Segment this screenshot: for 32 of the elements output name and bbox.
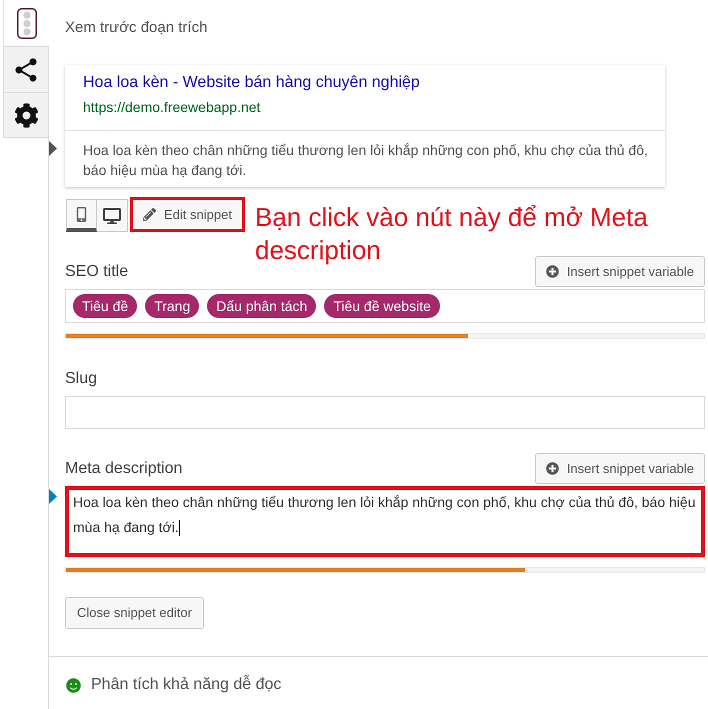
preview-title: Hoa loa kèn - Website bán hàng chuyên nghiệp (83, 73, 421, 93)
readability-heading[interactable]: Phân tích khả năng dễ đọc (91, 675, 282, 695)
tag-input-field[interactable]: Tiêu đề Trang Dấu phân tách Tiêu đề website (65, 289, 705, 323)
traffic-light-icon (16, 8, 36, 38)
preview-description: Hoa loa kèn theo chân những tiểu thương len lỏi khắp những con phố, khu chợ của thủ đô, báo hiệu mùa hạ đang tới. (83, 141, 649, 180)
sidebar-tab[interactable] (3, 46, 48, 92)
text-input-field[interactable] (65, 396, 705, 429)
mobile-phone-icon (74, 206, 89, 222)
desktop-preview-button[interactable] (97, 199, 128, 232)
field-label: Meta description (65, 458, 182, 478)
insert-variable-button[interactable]: Insert snippet variable (534, 256, 705, 287)
sidebar-tab[interactable] (3, 92, 48, 138)
mobile-preview-button[interactable] (66, 199, 97, 232)
variable-tag: Tiêu đề (73, 294, 138, 318)
close-snippet-editor-button[interactable]: Close snippet editor (65, 597, 204, 629)
sidebar-tab[interactable] (3, 0, 49, 46)
insert-variable-button[interactable]: Insert snippet variable (534, 453, 705, 484)
preview-url: https://demo.freewebapp.net (83, 98, 262, 117)
triangle-marker-icon (49, 141, 57, 156)
smiley-icon (66, 678, 81, 692)
variable-tag: Trang (145, 294, 200, 318)
edit-snippet-button[interactable]: Edit snippet (130, 197, 245, 232)
text-cursor-icon (178, 520, 180, 536)
variable-tag: Dấu phân tách (207, 294, 316, 318)
field-label: SEO title (65, 262, 128, 282)
field-label: Slug (65, 368, 98, 388)
pencil-icon (143, 208, 156, 221)
variable-tag: Tiêu đề website (324, 294, 440, 318)
textarea-field[interactable]: Hoa loa kèn theo chân những tiểu thương len lỏi khắp những con phố, khu chợ của thủ đô, báo hiệu mùa hạ đang tới. (65, 486, 705, 557)
desktop-monitor-icon (103, 206, 121, 224)
section-heading: Xem trước đoạn trích (65, 18, 208, 38)
settings-icon (14, 102, 38, 128)
